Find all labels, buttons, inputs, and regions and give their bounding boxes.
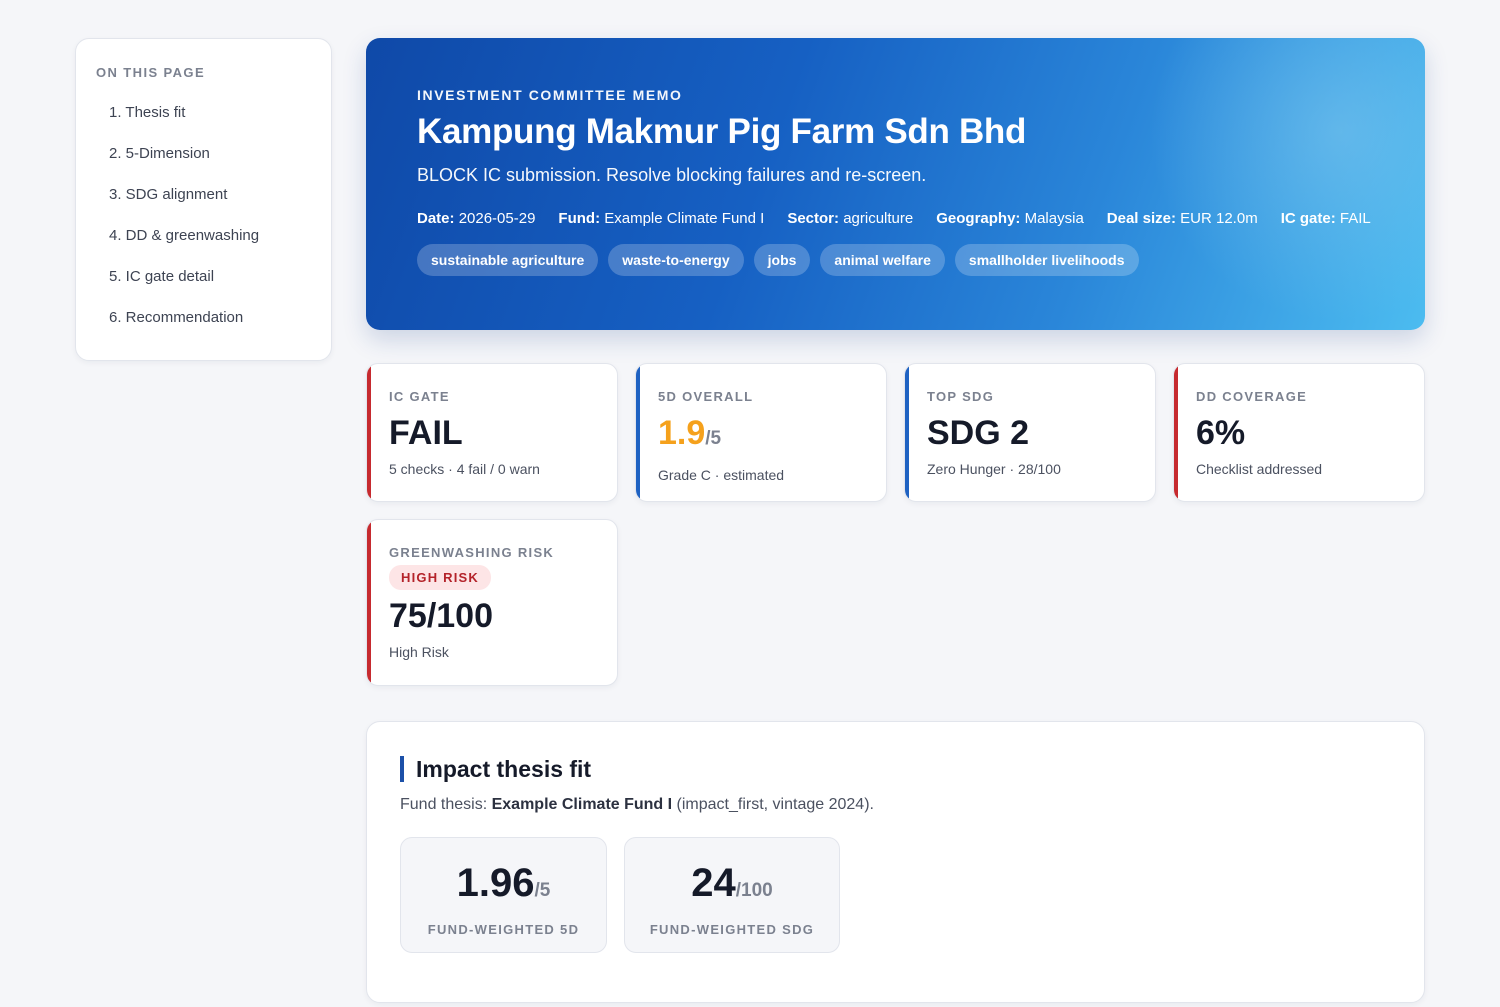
toc-item-recommendation[interactable]: 6. Recommendation <box>96 309 311 350</box>
meta-fund-value: Example Climate Fund I <box>604 210 765 227</box>
tag-waste-to-energy: waste-to-energy <box>608 244 744 276</box>
fund-weighted-5d-denom: /5 <box>534 880 551 901</box>
meta-sector-value: agriculture <box>843 210 914 227</box>
dd-coverage-card: DD COVERAGE 6% Checklist addressed <box>1173 363 1425 502</box>
meta-deal-size-value: EUR 12.0m <box>1180 210 1258 227</box>
thesis-fit-section: Impact thesis fit Fund thesis: Example C… <box>366 721 1425 1003</box>
fund-weighted-sdg-score: 24/100 <box>625 858 839 916</box>
meta-sector-label: Sector: <box>787 210 840 227</box>
overall-5d-score: 1.9/5 <box>658 413 864 459</box>
desc-suffix: (impact_first, vintage 2024). <box>672 796 874 813</box>
ic-gate-card: IC GATE FAIL 5 checks · 4 fail / 0 warn <box>366 363 618 502</box>
meta-date-value: 2026-05-29 <box>458 210 536 227</box>
fund-weighted-5d-tile: 1.96/5 FUND-WEIGHTED 5D <box>400 837 607 953</box>
meta-date: Date: 2026-05-29 <box>417 210 535 227</box>
toc-item-dd-greenwashing[interactable]: 4. DD & greenwashing <box>96 227 311 268</box>
tag-smallholder-livelihoods: smallholder livelihoods <box>954 244 1139 276</box>
ic-gate-value: FAIL <box>389 414 463 452</box>
page-title: Kampung Makmur Pig Farm Sdn Bhd <box>417 112 1027 151</box>
meta-ic-gate-label: IC gate: <box>1280 210 1336 227</box>
greenwashing-label: GREENWASHING RISK <box>389 545 555 560</box>
top-sdg-value: SDG 2 <box>927 414 1030 452</box>
meta-date-label: Date: <box>417 210 455 227</box>
overall-5d-label: 5D OVERALL <box>658 389 754 404</box>
greenwashing-card: GREENWASHING RISK HIGH RISK 75/100 High … <box>366 519 618 686</box>
top-sdg-card: TOP SDG SDG 2 Zero Hunger · 28/100 <box>904 363 1156 502</box>
meta-ic-gate: IC gate: FAIL <box>1281 210 1371 227</box>
dd-coverage-label: DD COVERAGE <box>1196 389 1308 404</box>
fund-weighted-sdg-denom: /100 <box>735 880 773 901</box>
desc-prefix: Fund thesis: <box>400 796 492 813</box>
hero-subtitle: BLOCK IC submission. Resolve blocking fa… <box>417 165 927 185</box>
toc-panel: ON THIS PAGE 1. Thesis fit 2. 5-Dimensio… <box>75 38 332 361</box>
toc-item-5-dimension[interactable]: 2. 5-Dimension <box>96 145 311 186</box>
fund-weighted-5d-label: FUND-WEIGHTED 5D <box>427 922 580 937</box>
toc-item-ic-gate-detail[interactable]: 5. IC gate detail <box>96 268 311 309</box>
toc-title: ON THIS PAGE <box>96 65 206 80</box>
hero-eyebrow: INVESTMENT COMMITTEE MEMO <box>417 87 683 103</box>
status-badge: HIGH RISK <box>389 565 491 590</box>
fund-weighted-5d-score: 1.96/5 <box>401 858 606 916</box>
meta-geography-label: Geography: <box>936 210 1021 227</box>
meta-geography-value: Malaysia <box>1024 210 1084 227</box>
toc-list: 1. Thesis fit 2. 5-Dimension 3. SDG alig… <box>96 104 311 350</box>
overall-5d-card: 5D OVERALL 1.9/5 Grade C · estimated <box>635 363 887 502</box>
ic-gate-label: IC GATE <box>389 389 450 404</box>
overall-5d-value: 1.9 <box>658 414 706 452</box>
meta-fund: Fund: Example Climate Fund I <box>558 210 764 227</box>
ic-gate-sub: 5 checks · 4 fail / 0 warn <box>389 461 540 477</box>
section-description: Fund thesis: Example Climate Fund I (imp… <box>400 796 1391 814</box>
greenwashing-sub: High Risk <box>389 644 449 660</box>
meta-fund-label: Fund: <box>558 210 601 227</box>
overall-5d-denom: /5 <box>705 428 722 449</box>
memo-hero: INVESTMENT COMMITTEE MEMO Kampung Makmur… <box>366 38 1425 330</box>
top-sdg-label: TOP SDG <box>927 389 995 404</box>
tag-jobs: jobs <box>753 244 811 276</box>
dd-coverage-value: 6% <box>1196 414 1246 452</box>
fund-weighted-sdg-label: FUND-WEIGHTED SDG <box>649 922 815 937</box>
tag-sustainable-agriculture: sustainable agriculture <box>417 244 599 276</box>
meta-deal-size: Deal size: EUR 12.0m <box>1107 210 1258 227</box>
overall-5d-sub: Grade C · estimated <box>658 467 785 483</box>
dd-coverage-sub: Checklist addressed <box>1196 461 1323 477</box>
meta-deal-size-label: Deal size: <box>1106 210 1176 227</box>
tag-animal-welfare: animal welfare <box>820 244 945 276</box>
fund-weighted-sdg-value: 24 <box>691 861 736 905</box>
tag-list: sustainable agriculture waste-to-energy … <box>417 244 1374 276</box>
stat-tiles: 1.96/5 FUND-WEIGHTED 5D 24/100 FUND-WEIG… <box>400 837 1391 953</box>
greenwashing-value: 75/100 <box>389 597 493 635</box>
section-title: Impact thesis fit <box>400 756 1391 782</box>
desc-fund-name: Example Climate Fund I <box>491 796 673 813</box>
hero-meta: Date: 2026-05-29 Fund: Example Climate F… <box>417 210 1374 227</box>
meta-sector: Sector: agriculture <box>787 210 913 227</box>
fund-weighted-sdg-tile: 24/100 FUND-WEIGHTED SDG <box>624 837 840 953</box>
meta-geography: Geography: Malaysia <box>936 210 1084 227</box>
meta-ic-gate-value: FAIL <box>1339 210 1371 227</box>
toc-item-thesis-fit[interactable]: 1. Thesis fit <box>96 104 311 145</box>
fund-weighted-5d-value: 1.96 <box>456 861 535 905</box>
toc-item-sdg-alignment[interactable]: 3. SDG alignment <box>96 186 311 227</box>
top-sdg-sub: Zero Hunger · 28/100 <box>927 461 1061 477</box>
